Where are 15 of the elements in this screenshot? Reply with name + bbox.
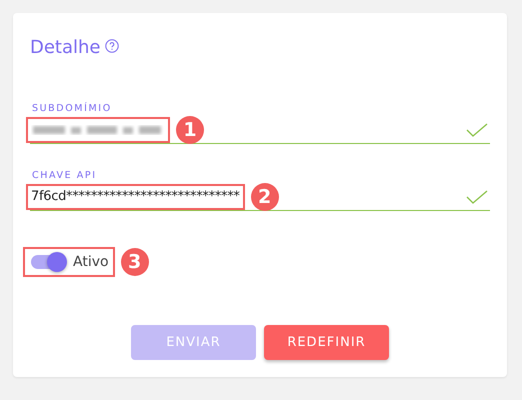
- callout-badge: 2: [250, 182, 279, 210]
- field-label: SUBDOMÍMIO: [32, 103, 113, 114]
- toggle-label: Ativo: [73, 254, 109, 270]
- check-icon: [466, 190, 488, 204]
- help-icon[interactable]: [104, 39, 119, 53]
- field-label: CHAVE API: [32, 170, 98, 181]
- input-field[interactable]: 1: [30, 116, 490, 144]
- callout-badge: 1: [176, 116, 204, 144]
- input-field[interactable]: 7f6cd**************************** 2: [30, 183, 490, 211]
- card-title: Detalhe: [30, 37, 101, 58]
- toggle-switch[interactable]: [31, 255, 65, 269]
- reset-button[interactable]: REDEFINIR: [264, 325, 389, 360]
- callout-badge: 3: [120, 248, 149, 276]
- field-value: 7f6cd****************************: [31, 189, 240, 204]
- check-icon: [466, 122, 488, 136]
